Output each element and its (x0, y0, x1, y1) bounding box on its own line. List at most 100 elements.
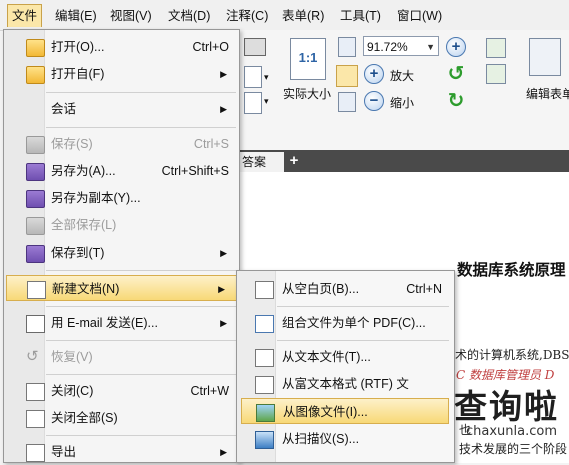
close-all-icon (26, 410, 45, 428)
menu-separator (277, 340, 449, 341)
email-icon (26, 315, 45, 333)
menu-item-save-as[interactable]: 另存为(A)... Ctrl+Shift+S (4, 158, 239, 184)
edit-form-icon[interactable] (529, 38, 561, 76)
submenu-arrow-icon: ▶ (220, 447, 227, 457)
fit-visible-icon[interactable] (338, 92, 356, 112)
menu-item-session[interactable]: 会话 ▶ (4, 96, 239, 122)
submenu-item-label: 从富文本格式 (RTF) 文 (282, 377, 409, 391)
save-to-icon (26, 245, 45, 263)
menu-item-shortcut: Ctrl+Shift+S (161, 164, 229, 178)
menu-item-label: 打开(O)... (51, 40, 105, 54)
menu-item-shortcut: Ctrl+O (192, 40, 229, 54)
submenu-item-shortcut: Ctrl+N (406, 282, 442, 296)
chevron-down-icon[interactable]: ▾ (264, 96, 269, 107)
document-heading: 数据库系统原理 (457, 261, 566, 279)
menu-separator (46, 92, 236, 93)
submenu-item-label: 从扫描仪(S)... (282, 432, 360, 446)
actual-size-label[interactable]: 实际大小 (283, 85, 331, 102)
menu-item-save-to[interactable]: 保存到(T) ▶ (4, 240, 239, 266)
menu-separator (46, 270, 236, 271)
clipboard-icon[interactable] (244, 66, 262, 88)
menu-item-shortcut: Ctrl+S (193, 137, 229, 151)
zoom-select[interactable]: 91.72% ▼ (363, 36, 439, 56)
form-field-icon[interactable] (486, 38, 506, 58)
fit-page-icon[interactable] (336, 65, 358, 87)
zoom-in-icon[interactable]: + (364, 64, 384, 84)
zoom-out-label[interactable]: 缩小 (390, 94, 414, 111)
menu-item-email[interactable]: 用 E-mail 发送(E)... ▶ (4, 310, 239, 336)
combine-pdf-icon (255, 315, 274, 333)
menu-item-label: 打开自(F) (51, 67, 105, 81)
chevron-down-icon: ▼ (426, 42, 435, 52)
menu-item-save[interactable]: 保存(S) Ctrl+S (4, 131, 239, 157)
submenu-item-blank-page[interactable]: 从空白页(B)... Ctrl+N (237, 276, 454, 302)
document-line: 术的计算机系统,DBS (455, 348, 569, 362)
zoom-out-icon[interactable]: − (364, 91, 384, 111)
document-tab[interactable]: 答案 (240, 152, 284, 172)
menu-item-new-document[interactable]: 新建文档(N) ▶ (6, 275, 238, 301)
submenu-arrow-icon: ▶ (218, 284, 225, 294)
menu-item-label: 另存为副本(Y)... (51, 191, 141, 205)
menu-tools[interactable]: 工具(T) (336, 6, 385, 26)
menu-view[interactable]: 视图(V) (106, 6, 156, 26)
text-file-icon (255, 349, 274, 367)
zoom-in-tool-icon[interactable]: + (446, 37, 466, 57)
menu-item-export[interactable]: 导出 ▶ (4, 439, 239, 465)
submenu-item-label: 从空白页(B)... (282, 282, 360, 296)
menu-item-label: 用 E-mail 发送(E)... (51, 316, 158, 330)
menu-separator (46, 374, 236, 375)
submenu-item-image-file[interactable]: 从图像文件(I)... (241, 398, 449, 424)
rotate-left-icon[interactable]: ↺ (446, 64, 466, 84)
menu-forms[interactable]: 表单(R) (278, 6, 328, 26)
menu-item-close-all[interactable]: 关闭全部(S) (4, 405, 239, 431)
fit-width-icon[interactable] (338, 37, 356, 57)
close-document-icon (26, 383, 45, 401)
menu-comment[interactable]: 注释(C) (222, 6, 272, 26)
menu-bar: 文件 编辑(E) 视图(V) 文档(D) 注释(C) 表单(R) 工具(T) 窗… (0, 0, 569, 31)
zoom-value: 91.72% (367, 40, 408, 54)
menu-document[interactable]: 文档(D) (164, 6, 214, 26)
rtf-file-icon (255, 376, 274, 394)
folder-web-icon (26, 66, 45, 84)
menu-item-save-copy[interactable]: 另存为副本(Y)... (4, 185, 239, 211)
save-icon (26, 136, 45, 154)
menu-item-label: 另存为(A)... (51, 164, 116, 178)
watermark-url: chaxunla.com (466, 424, 557, 439)
save-as-icon (26, 163, 45, 181)
menu-edit[interactable]: 编辑(E) (51, 6, 101, 26)
submenu-item-text-file[interactable]: 从文本文件(T)... (237, 344, 454, 370)
submenu-arrow-icon: ▶ (220, 104, 227, 114)
add-tab-icon[interactable]: + (286, 153, 302, 169)
menu-item-label: 保存(S) (51, 137, 93, 151)
text-field-icon[interactable] (486, 64, 506, 84)
rotate-right-icon[interactable]: ↻ (446, 91, 466, 111)
menu-item-open[interactable]: 打开(O)... Ctrl+O (4, 34, 239, 60)
menu-item-close[interactable]: 关闭(C) Ctrl+W (4, 378, 239, 404)
menu-separator (46, 340, 236, 341)
menu-separator (46, 435, 236, 436)
watermark-text: 查询啦 (454, 387, 559, 426)
menu-item-save-all[interactable]: 全部保存(L) (4, 212, 239, 238)
menu-item-label: 导出 (51, 445, 77, 459)
submenu-item-scanner[interactable]: 从扫描仪(S)... (237, 426, 454, 452)
submenu-arrow-icon: ▶ (220, 69, 227, 79)
menu-item-revert[interactable]: ↺ 恢复(V) (4, 344, 239, 370)
submenu-item-rtf[interactable]: 从富文本格式 (RTF) 文 (237, 371, 454, 397)
menu-window[interactable]: 窗口(W) (393, 6, 446, 26)
camera-icon[interactable] (244, 38, 266, 56)
chevron-down-icon[interactable]: ▾ (264, 72, 269, 83)
edit-form-label[interactable]: 编辑表单 (526, 85, 569, 102)
menu-item-label: 关闭全部(S) (51, 411, 118, 425)
menu-file[interactable]: 文件 (7, 4, 43, 27)
actual-size-icon[interactable]: 1:1 (290, 38, 326, 80)
image-file-icon (256, 404, 275, 422)
paste-icon[interactable] (244, 92, 262, 114)
save-copy-icon (26, 190, 45, 208)
menu-separator (277, 306, 449, 307)
submenu-item-combine[interactable]: 组合文件为单个 PDF(C)... (237, 310, 454, 336)
menu-item-open-from[interactable]: 打开自(F) ▶ (4, 61, 239, 87)
zoom-in-label[interactable]: 放大 (390, 67, 414, 84)
scanner-icon (255, 431, 274, 449)
submenu-arrow-icon: ▶ (220, 248, 227, 258)
new-document-submenu: 从空白页(B)... Ctrl+N 组合文件为单个 PDF(C)... 从文本文… (236, 270, 455, 463)
